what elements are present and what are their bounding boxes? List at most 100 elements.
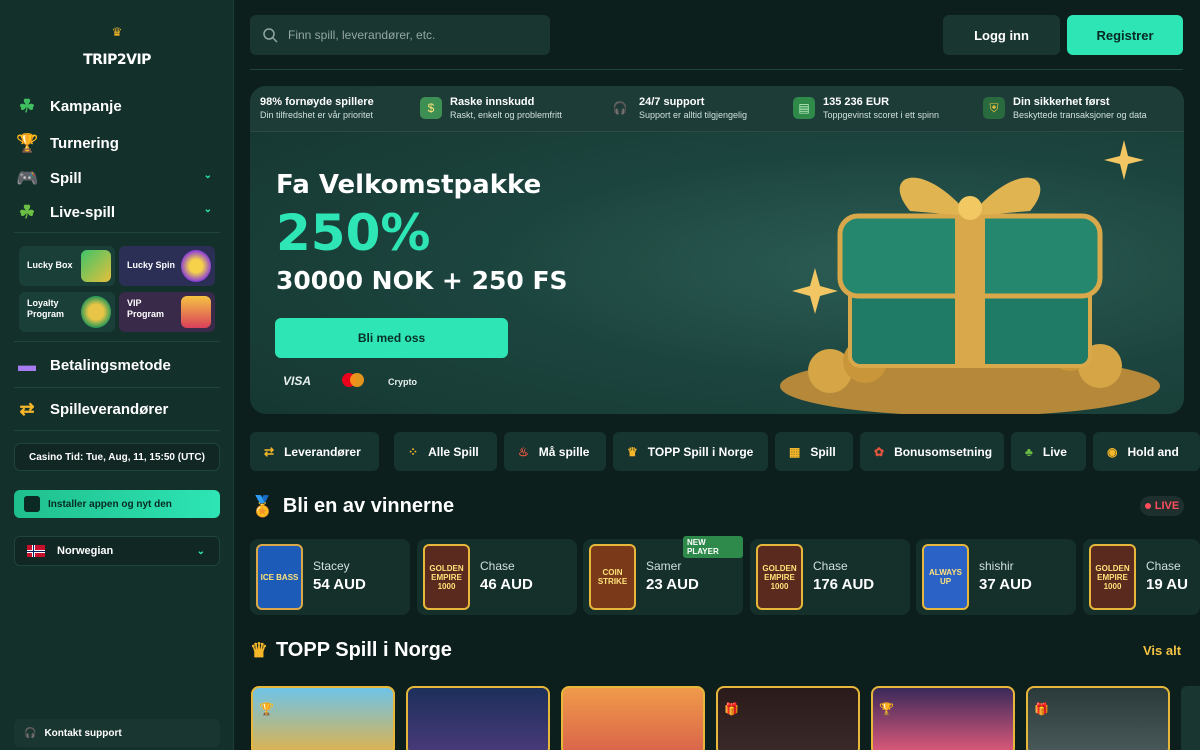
top-games-title: TOPP Spill i Norge <box>275 639 452 661</box>
game-thumbnail: ICE BASS <box>256 544 303 610</box>
install-app-button[interactable]: Installer appen og nyt den <box>14 490 220 518</box>
nav-item-turnering[interactable]: 🏆 Turnering <box>16 126 220 160</box>
divider <box>14 387 220 388</box>
search-bar[interactable]: Finn spill, leverandører, etc. <box>250 15 550 55</box>
category-label: Leverandører <box>284 444 361 459</box>
features-bar: 98% fornøyde spillere Din tilfredshet er … <box>250 86 1184 132</box>
nav-label: Spill <box>50 169 82 187</box>
category-live[interactable]: ♣ Live <box>1011 432 1086 471</box>
feature-title: 98% fornøyde spillere <box>260 96 374 108</box>
nav-item-spilleverandorer[interactable]: ⇄ Spilleverandører <box>16 392 220 426</box>
feature-title: 24/7 support <box>639 96 705 108</box>
category-leverandorer[interactable]: ⇄ Leverandører <box>250 432 379 471</box>
game-thumbnail: GOLDEN EMPIRE 1000 <box>423 544 470 610</box>
join-button[interactable]: Bli med oss <box>275 318 508 358</box>
tile-loyalty-program[interactable]: Loyalty Program <box>19 292 115 332</box>
credit-card-icon: ▬ <box>18 354 36 375</box>
category-ma-spille[interactable]: ♨ Må spille <box>504 432 606 471</box>
winner-card[interactable]: NEW PLAYER COIN STRIKE Samer 23 AUD <box>583 536 743 615</box>
feature-sub: Toppgevinst scoret i ett spinn <box>823 110 940 120</box>
game-card[interactable] <box>561 686 705 750</box>
wheel-icon <box>181 250 211 282</box>
game-card[interactable] <box>1181 686 1200 750</box>
dealer-icon: ♣ <box>1025 444 1033 459</box>
category-label: TOPP Spill i Norge <box>647 444 754 459</box>
mastercard-logo <box>340 372 366 391</box>
nav-label: Spilleverandører <box>50 400 169 418</box>
shield-icon: ⛨ <box>983 97 1005 119</box>
winner-card[interactable]: ICE BASS Stacey 54 AUD <box>250 539 410 615</box>
nav-label: Betalingsmetode <box>50 356 171 374</box>
category-label: Alle Spill <box>428 444 479 459</box>
live-badge: LIVE <box>1140 496 1184 516</box>
feature-title: Din sikkerhet først <box>1013 96 1110 108</box>
tile-vip-program[interactable]: VIP Program <box>119 292 215 332</box>
trophy-icon: 🏆 <box>16 132 39 153</box>
category-topp-spill[interactable]: ♛ TOPP Spill i Norge <box>613 432 768 471</box>
crypto-label: Crypto <box>388 377 417 387</box>
welcome-banner[interactable]: 98% fornøyde spillere Din tilfredshet er … <box>250 86 1184 414</box>
gift-icon: 🎁 <box>724 702 739 716</box>
casino-time-text: Casino Tid: Tue, Aug, 11, 15:50 (UTC) <box>29 451 205 463</box>
banner-title: Fa Velkomstpakke <box>276 170 542 200</box>
gift-icon: ✿ <box>874 444 885 459</box>
tile-lucky-spin[interactable]: Lucky Spin <box>119 246 215 286</box>
winner-name: Chase <box>1146 559 1181 573</box>
category-hold-and[interactable]: ◉ Hold and <box>1093 432 1200 471</box>
chevron-down-icon[interactable]: ⌄ <box>204 204 212 215</box>
tile-label: Loyalty Program <box>27 298 65 319</box>
game-card[interactable]: 🎁 <box>1026 686 1170 750</box>
winner-name: Chase <box>813 559 848 573</box>
tile-label: Lucky Box <box>27 260 73 270</box>
sidebar: ♛ TRIP2VIP ☘ Kampanje 🏆 Turnering 🎮 Spil… <box>0 0 234 750</box>
hat-icon: ♨ <box>518 444 529 459</box>
chevron-down-icon[interactable]: ⌄ <box>204 170 212 181</box>
winner-card[interactable]: GOLDEN EMPIRE 1000 Chase 19 AU <box>1083 539 1200 615</box>
game-thumbnail: GOLDEN EMPIRE 1000 <box>756 544 803 610</box>
crown-icon: ♛ <box>627 444 638 459</box>
divider <box>250 69 1183 70</box>
coin-icon <box>81 296 111 328</box>
nav-label: Turnering <box>50 134 119 152</box>
live-dot-icon <box>1144 503 1151 509</box>
winner-card[interactable]: GOLDEN EMPIRE 1000 Chase 176 AUD <box>750 539 910 615</box>
game-card[interactable] <box>406 686 550 750</box>
winner-card[interactable]: GOLDEN EMPIRE 1000 Chase 46 AUD <box>417 539 577 615</box>
search-icon <box>263 28 278 43</box>
language-select[interactable]: Norwegian ⌄ <box>14 536 220 566</box>
divider <box>14 341 220 342</box>
register-button[interactable]: Registrer <box>1067 15 1183 55</box>
nav-item-live-spill[interactable]: ☘ Live-spill ⌄ <box>16 195 220 229</box>
nav-item-kampanje[interactable]: ☘ Kampanje <box>16 89 220 123</box>
category-label: Hold and <box>1127 444 1179 459</box>
winner-name: Stacey <box>313 559 350 573</box>
live-label: LIVE <box>1154 500 1180 512</box>
game-card[interactable]: 🏆 <box>871 686 1015 750</box>
chevron-down-icon: ⌄ <box>196 545 205 557</box>
game-card[interactable]: 🏆 <box>251 686 395 750</box>
providers-icon: ⇄ <box>264 444 275 459</box>
banner-percent: 250% <box>276 204 431 262</box>
search-input[interactable]: Finn spill, leverandører, etc. <box>288 28 435 42</box>
category-bonusomsetning[interactable]: ✿ Bonusomsetning <box>860 432 1004 471</box>
trophy-icon: 🏆 <box>259 702 274 716</box>
tile-lucky-box[interactable]: Lucky Box <box>19 246 115 286</box>
divider <box>14 430 220 431</box>
winner-card[interactable]: ALWAYS UP shishir 37 AUD <box>916 539 1076 615</box>
feature-deposit: $ Raske innskudd Raskt, enkelt og problem… <box>420 95 562 121</box>
contact-support-button[interactable]: 🎧 Kontakt support <box>14 719 220 747</box>
nav-item-spill[interactable]: 🎮 Spill ⌄ <box>16 161 220 195</box>
crown-icon: ♛ <box>250 640 268 662</box>
logo[interactable]: ♛ TRIP2VIP <box>82 26 152 70</box>
game-card[interactable]: 🎁 <box>716 686 860 750</box>
login-button[interactable]: Logg inn <box>943 15 1060 55</box>
category-alle-spill[interactable]: ⁘ Alle Spill <box>394 432 497 471</box>
winner-amount: 19 AU <box>1146 576 1188 593</box>
category-spill[interactable]: ▦ Spill <box>775 432 853 471</box>
winner-amount: 23 AUD <box>646 576 699 593</box>
nav-item-betalingsmetode[interactable]: ▬ Betalingsmetode <box>16 348 220 382</box>
gift-icon: 🎁 <box>1034 702 1049 716</box>
tile-label: VIP Program <box>127 298 165 319</box>
see-all-link[interactable]: Vis alt <box>1143 643 1181 658</box>
tile-label: Lucky Spin <box>127 260 176 270</box>
